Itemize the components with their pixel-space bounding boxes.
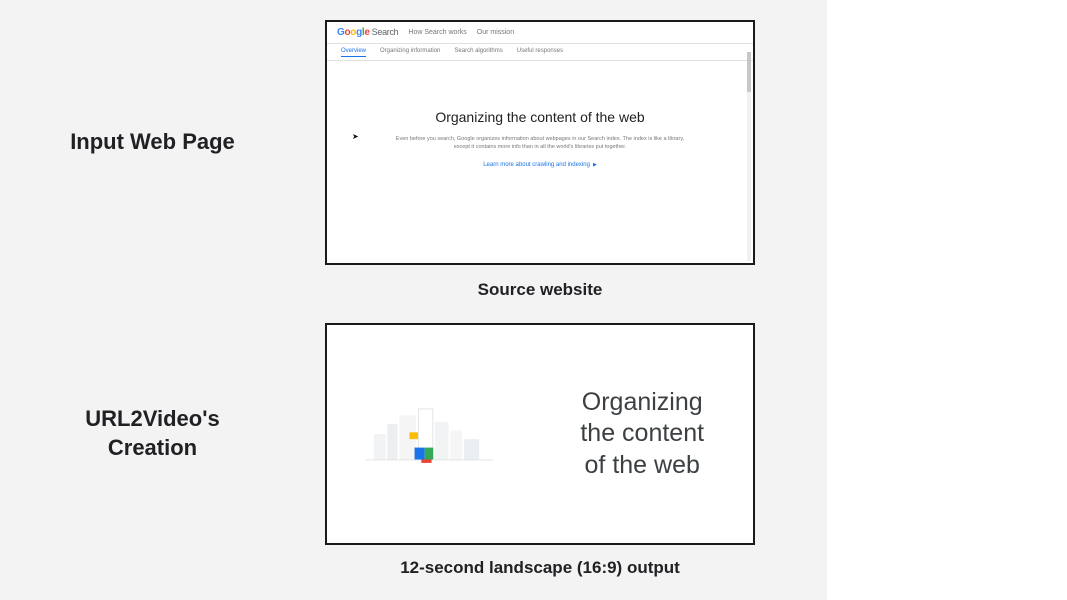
mini-description: Even before you search, Google organizes… [395,135,685,152]
video-title-line1: Organizing [582,388,703,416]
mini-tabs: Overview Organizing information Search a… [327,44,753,61]
row-input-webpage: Input Web Page GoogleSearch How Search w… [0,20,1067,265]
label-url2video-creation: URL2Video's Creation [0,405,325,462]
label-url2video-line2: Creation [108,435,197,460]
mini-title: Organizing the content of the web [327,109,753,125]
video-title-line3: of the web [585,451,700,479]
panel-source-website: GoogleSearch How Search works Our missio… [325,20,755,265]
row-url2video-creation: URL2Video's Creation Organizing the cont… [0,323,1067,545]
video-title-area: Organizing the content of the web [531,325,753,543]
mini-tab-organizing: Organizing information [380,48,440,57]
mini-tab-overview: Overview [341,48,366,57]
mini-nav-how-search-works: How Search works [408,29,466,36]
label-input-webpage: Input Web Page [0,128,325,157]
video-title-line2: the content [580,419,704,447]
caption-video-output: 12-second landscape (16:9) output [325,558,755,578]
video-title: Organizing the content of the web [580,387,704,481]
library-illustration [374,400,485,468]
scrollbar-thumb [747,52,751,92]
video-graphic-area [327,325,531,543]
mini-tab-responses: Useful responses [517,48,563,57]
mini-tab-algorithms: Search algorithms [454,48,502,57]
caption-source-website: Source website [325,280,755,300]
google-search-logo: GoogleSearch [337,27,398,38]
label-url2video-line1: URL2Video's [85,406,219,431]
mini-body: Organizing the content of the web Even b… [327,61,753,171]
cursor-icon: ➤ [352,132,359,141]
mini-learn-more-link: Learn more about crawling and indexing [483,162,597,168]
panel-video-output: Organizing the content of the web [325,323,755,545]
mini-header: GoogleSearch How Search works Our missio… [327,22,753,44]
scrollbar [747,52,751,261]
mini-nav-our-mission: Our mission [477,29,514,36]
